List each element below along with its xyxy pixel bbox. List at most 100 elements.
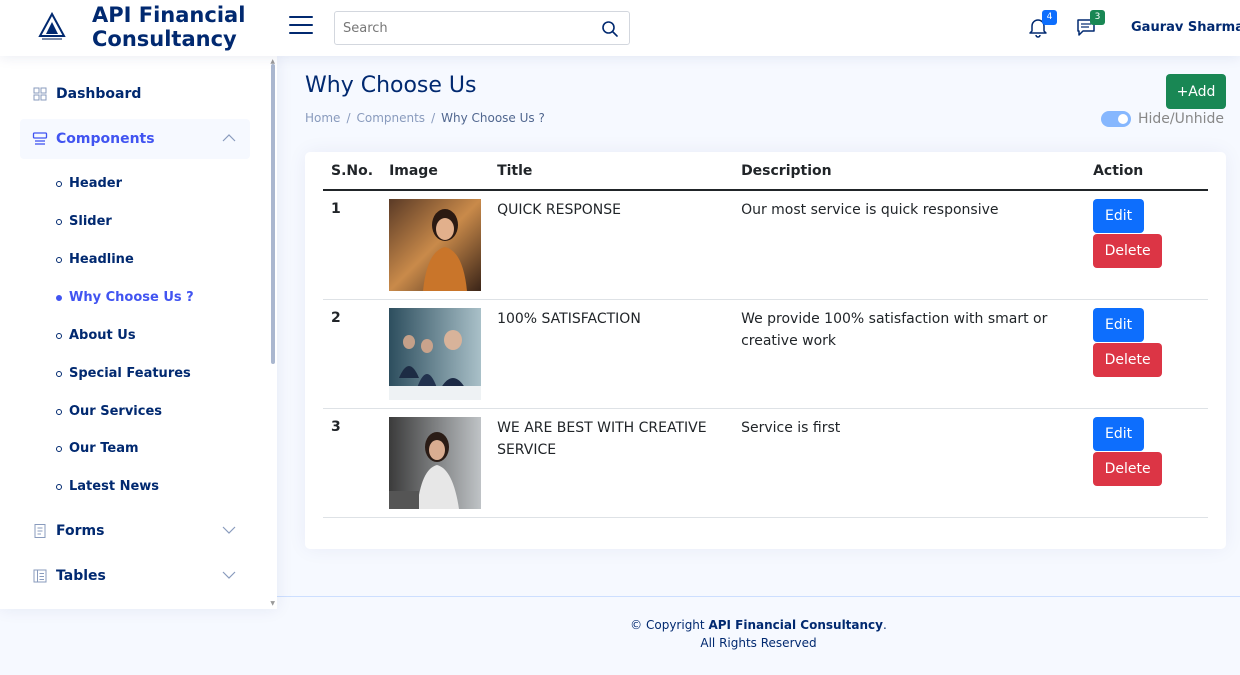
content-card: S.No. Image Title Description Action 1 Q…: [305, 152, 1226, 549]
footer-copyright: © Copyright API Financial Consultancy.: [277, 618, 1240, 632]
row-description: Service is first: [741, 420, 841, 436]
sidebar-subitem-our-services[interactable]: Our Services: [56, 404, 162, 419]
sidebar-subitem-label: Slider: [69, 214, 112, 229]
sidebar-subitem-label: Header: [69, 176, 123, 191]
breadcrumb-home[interactable]: Home: [305, 111, 340, 125]
user-name: Gaurav Sharma: [1131, 20, 1240, 35]
column-header-image: Image: [381, 152, 490, 191]
sidebar-subitem-label: Headline: [69, 252, 134, 267]
sidebar-subitem-label: Why Choose Us ?: [69, 290, 194, 305]
delete-button[interactable]: Delete: [1093, 234, 1163, 268]
notification-badge: 4: [1042, 10, 1057, 25]
sidebar: ▲ ▼ Dashboard Components Header Slider H…: [0, 56, 277, 609]
row-sno: 3: [323, 408, 382, 518]
breadcrumb-separator: /: [431, 111, 436, 125]
notifications-button[interactable]: 4: [1027, 10, 1057, 40]
row-title: QUICK RESPONSE: [497, 202, 621, 218]
sidebar-subitem-header[interactable]: Header: [56, 176, 122, 191]
edit-button[interactable]: Edit: [1093, 417, 1145, 451]
sidebar-label-components: Components: [56, 131, 155, 147]
table-header-row: S.No. Image Title Description Action: [323, 152, 1208, 191]
top-header: API Financial Consultancy 4 3 Gaurav Sha…: [0, 0, 1240, 56]
edit-button[interactable]: Edit: [1093, 199, 1145, 233]
row-title-cell: 100% SATISFACTION: [489, 299, 734, 409]
row-sno: 1: [323, 190, 382, 300]
add-button[interactable]: +Add: [1166, 74, 1226, 109]
brand-line-1: API Financial: [92, 3, 246, 27]
table-row: 2 100% SATISFACTION We provide 100% sati…: [323, 299, 1208, 409]
row-sno: 2: [323, 299, 382, 409]
column-header-description: Description: [733, 152, 1086, 191]
hide-unhide-toggle[interactable]: [1101, 111, 1131, 127]
hide-unhide-label: Hide/Unhide: [1138, 111, 1225, 127]
sidebar-subitem-label: Our Team: [69, 441, 139, 456]
row-title-cell: WE ARE BEST WITH CREATIVE SERVICE: [489, 408, 734, 518]
footer-suffix: .: [883, 618, 887, 632]
grid-icon: [33, 87, 47, 101]
sidebar-subitem-slider[interactable]: Slider: [56, 214, 112, 229]
sidebar-label-dashboard: Dashboard: [56, 86, 142, 102]
business-team-image: [389, 308, 482, 400]
chevron-down-icon: [222, 526, 236, 534]
footer-company: API Financial Consultancy: [708, 618, 883, 632]
search-input[interactable]: [335, 12, 585, 44]
brand-line-2: Consultancy: [92, 27, 237, 51]
sidebar-item-tables[interactable]: Tables: [20, 556, 250, 596]
column-header-sno: S.No.: [323, 152, 382, 191]
chevron-down-icon: [222, 571, 236, 579]
sidebar-item-forms[interactable]: Forms: [20, 511, 250, 551]
sidebar-item-dashboard[interactable]: Dashboard: [20, 74, 250, 114]
row-title-cell: QUICK RESPONSE: [489, 190, 734, 300]
sidebar-item-components[interactable]: Components: [20, 119, 250, 159]
woman-portrait-image: [389, 199, 482, 291]
row-image-cell: [381, 299, 490, 409]
chevron-up-icon: [222, 134, 236, 142]
search-bar: [334, 11, 630, 45]
sidebar-subitem-headline[interactable]: Headline: [56, 252, 134, 267]
menu-toggle-icon[interactable]: [289, 16, 313, 36]
page-title: Why Choose Us: [305, 73, 477, 98]
woman-office-image: [389, 417, 482, 509]
delete-button[interactable]: Delete: [1093, 343, 1163, 377]
breadcrumb-separator: /: [346, 111, 351, 125]
row-action-cell: Edit Delete: [1085, 299, 1208, 409]
breadcrumb-current: Why Choose Us ?: [441, 111, 545, 125]
row-title: WE ARE BEST WITH CREATIVE SERVICE: [497, 420, 707, 458]
messages-badge: 3: [1090, 10, 1105, 25]
sidebar-label-forms: Forms: [56, 523, 105, 539]
sidebar-subitem-latest-news[interactable]: Latest News: [56, 479, 159, 494]
delete-button[interactable]: Delete: [1093, 452, 1163, 486]
brand-name[interactable]: API Financial Consultancy: [92, 3, 245, 51]
row-description-cell: Our most service is quick responsive: [733, 190, 1086, 300]
sidebar-subitem-our-team[interactable]: Our Team: [56, 441, 139, 456]
edit-button[interactable]: Edit: [1093, 308, 1145, 342]
row-description-cell: Service is first: [733, 408, 1086, 518]
row-image-cell: [381, 190, 490, 300]
layout-text-icon: [33, 569, 47, 583]
search-icon[interactable]: [601, 20, 619, 38]
sidebar-subitem-about-us[interactable]: About Us: [56, 328, 136, 343]
footer: © Copyright API Financial Consultancy. A…: [277, 596, 1240, 675]
row-description: We provide 100% satisfaction with smart …: [741, 311, 1048, 349]
table-row: 3 WE ARE BEST WITH CREATIVE SERVICE Serv…: [323, 408, 1208, 518]
logo-icon[interactable]: [38, 12, 66, 42]
sidebar-subitem-label: Our Services: [69, 404, 163, 419]
sidebar-label-tables: Tables: [56, 568, 106, 584]
menu-button-icon: [32, 132, 48, 145]
scroll-down-icon[interactable]: ▼: [270, 600, 275, 607]
breadcrumb-components[interactable]: Compnents: [356, 111, 425, 125]
row-description-cell: We provide 100% satisfaction with smart …: [733, 299, 1086, 409]
why-choose-us-table: S.No. Image Title Description Action 1 Q…: [323, 152, 1208, 518]
sidebar-subitem-why-choose-us[interactable]: Why Choose Us ?: [56, 290, 194, 305]
journal-text-icon: [34, 524, 46, 538]
sidebar-subitem-special-features[interactable]: Special Features: [56, 366, 191, 381]
row-image-cell: [381, 408, 490, 518]
row-description: Our most service is quick responsive: [741, 202, 999, 218]
sidebar-subitem-label: About Us: [69, 328, 136, 343]
sidebar-scrollbar[interactable]: [271, 64, 275, 364]
column-header-action: Action: [1085, 152, 1208, 191]
messages-button[interactable]: 3: [1075, 10, 1105, 40]
sidebar-subitem-label: Special Features: [69, 366, 191, 381]
user-menu[interactable]: Gaurav Sharma: [1131, 20, 1240, 35]
sidebar-subitem-label: Latest News: [69, 479, 160, 494]
